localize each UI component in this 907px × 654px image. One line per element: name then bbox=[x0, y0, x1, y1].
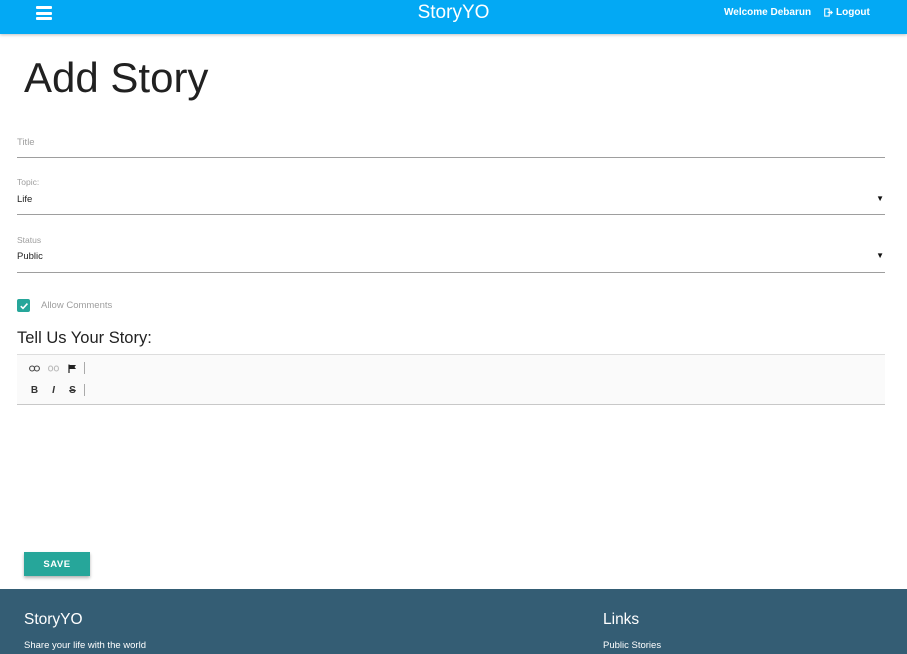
topic-select[interactable]: Topic: Life ▼ bbox=[17, 172, 885, 215]
topic-label: Topic: bbox=[17, 177, 40, 187]
save-button[interactable]: SAVE bbox=[24, 552, 90, 576]
footer-link-public-stories[interactable]: Public Stories bbox=[603, 640, 661, 651]
topic-selected-value: Life bbox=[17, 194, 33, 205]
top-navbar: StoryYO Welcome Debarun Logout bbox=[0, 0, 907, 34]
editor-toolbar-row-2: B I S bbox=[25, 383, 85, 397]
status-select[interactable]: Status Public ▼ bbox=[17, 230, 885, 273]
title-input[interactable]: Title bbox=[17, 130, 885, 158]
toolbar-separator bbox=[84, 384, 85, 396]
footer-links-heading: Links bbox=[603, 611, 640, 628]
allow-comments-checkbox[interactable] bbox=[17, 299, 30, 312]
page-title: Add Story bbox=[24, 54, 209, 101]
welcome-text: Welcome Debarun bbox=[724, 7, 812, 18]
editor-toolbar-row-1 bbox=[25, 361, 85, 375]
allow-comments-row: Allow Comments bbox=[17, 299, 112, 312]
status-label: Status bbox=[17, 235, 42, 245]
footer-tagline: Share your life with the world bbox=[24, 640, 146, 651]
dropdown-caret-icon: ▼ bbox=[876, 194, 884, 203]
story-editor[interactable]: B I S bbox=[17, 354, 885, 405]
footer: StoryYO Share your life with the world L… bbox=[0, 589, 907, 654]
status-selected-value: Public bbox=[17, 251, 43, 262]
logout-label: Logout bbox=[836, 7, 870, 18]
story-heading: Tell Us Your Story: bbox=[17, 329, 152, 347]
link-icon[interactable] bbox=[25, 361, 44, 375]
strikethrough-icon[interactable]: S bbox=[63, 383, 82, 397]
bold-icon[interactable]: B bbox=[25, 383, 44, 397]
anchor-flag-icon[interactable] bbox=[63, 361, 82, 375]
italic-icon[interactable]: I bbox=[44, 383, 63, 397]
brand-logo-text[interactable]: StoryYO bbox=[418, 2, 490, 23]
allow-comments-label[interactable]: Allow Comments bbox=[41, 300, 112, 311]
dropdown-caret-icon: ▼ bbox=[876, 251, 884, 260]
title-placeholder: Title bbox=[17, 137, 35, 148]
sign-out-icon bbox=[824, 8, 833, 17]
unlink-icon[interactable] bbox=[44, 361, 63, 375]
toolbar-separator bbox=[84, 362, 85, 374]
footer-brand: StoryYO bbox=[24, 611, 83, 628]
checkmark-icon bbox=[19, 302, 28, 310]
logout-link[interactable]: Logout bbox=[824, 7, 870, 18]
hamburger-menu-icon[interactable] bbox=[36, 6, 52, 20]
